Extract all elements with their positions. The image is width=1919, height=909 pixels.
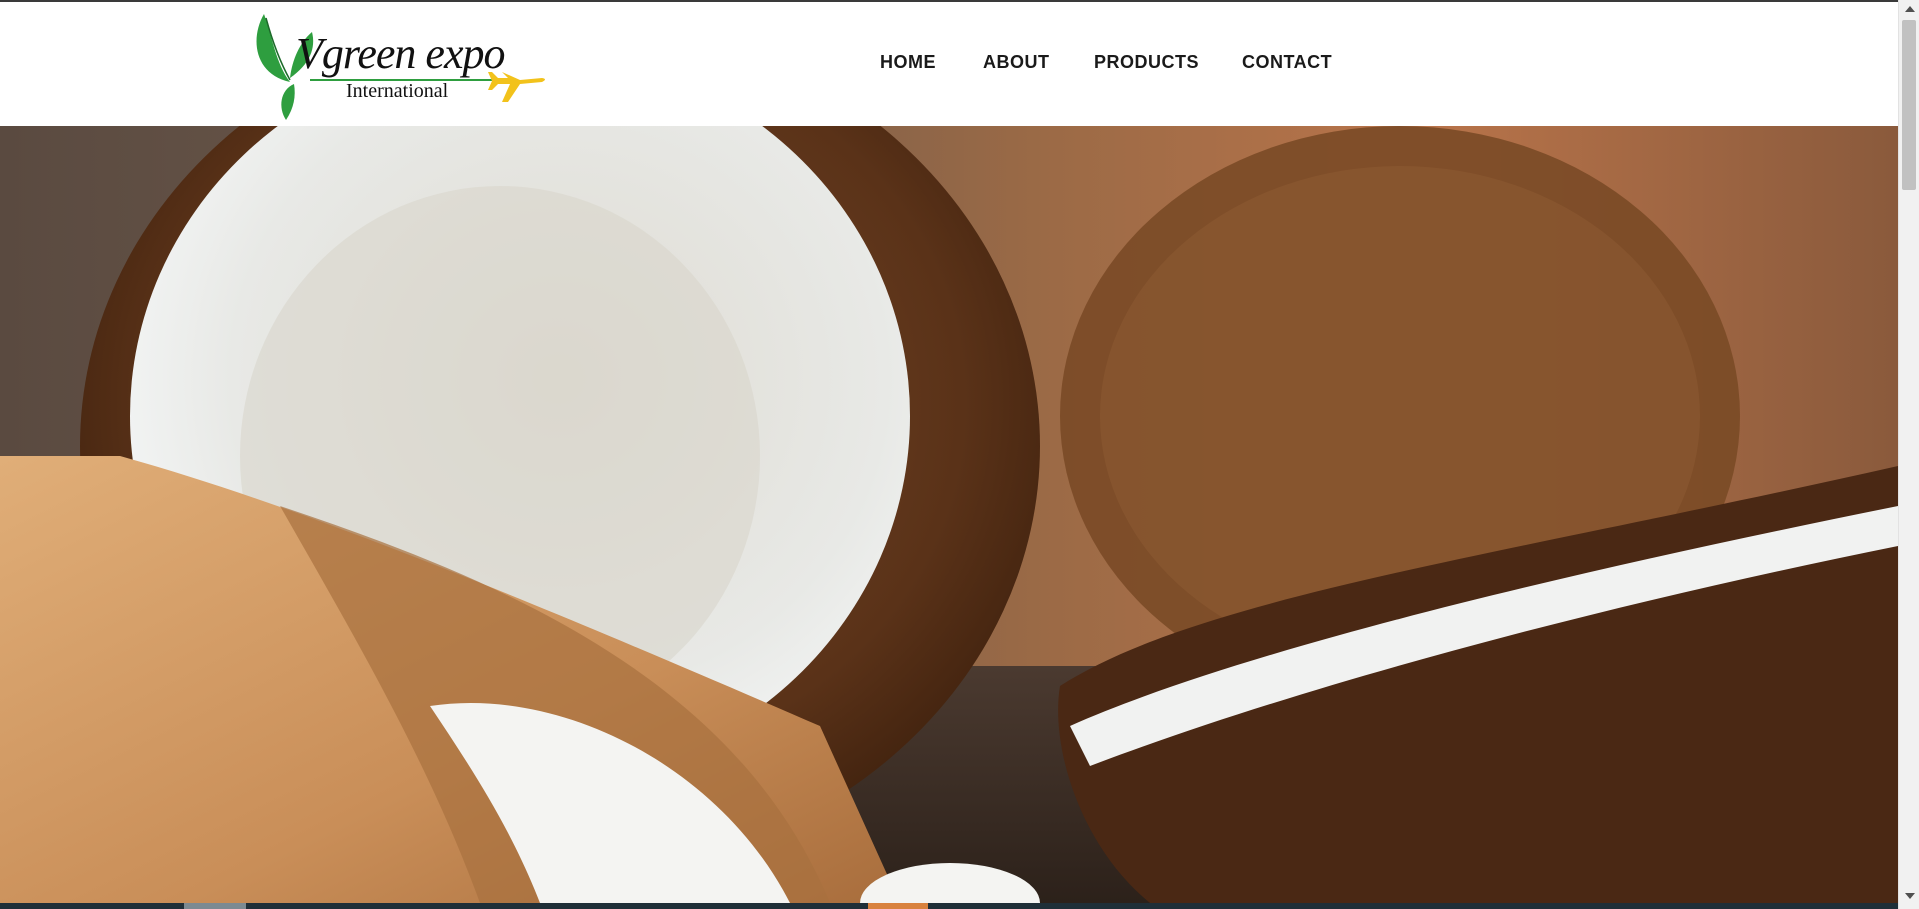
- nav-products[interactable]: PRODUCTS: [1094, 52, 1199, 73]
- hero-banner: [0, 126, 1898, 903]
- coconut-hero-image: [0, 126, 1898, 903]
- nav-home[interactable]: HOME: [880, 52, 936, 73]
- scroll-up-arrow-icon[interactable]: [1905, 6, 1915, 12]
- slide-indicator-active[interactable]: [868, 903, 928, 909]
- vertical-scrollbar[interactable]: [1898, 0, 1919, 909]
- site-header: Vgreen expo International HOME ABOUT PRO…: [0, 2, 1898, 126]
- brand-subtitle: International: [346, 80, 449, 102]
- scroll-thumb[interactable]: [1902, 20, 1916, 190]
- slide-indicator[interactable]: [184, 903, 246, 909]
- main-nav: HOME ABOUT PRODUCTS CONTACT: [0, 52, 1898, 82]
- nav-contact[interactable]: CONTACT: [1242, 52, 1332, 73]
- nav-about[interactable]: ABOUT: [983, 52, 1050, 73]
- scroll-down-arrow-icon[interactable]: [1905, 893, 1915, 899]
- footer-bar: [0, 903, 1898, 909]
